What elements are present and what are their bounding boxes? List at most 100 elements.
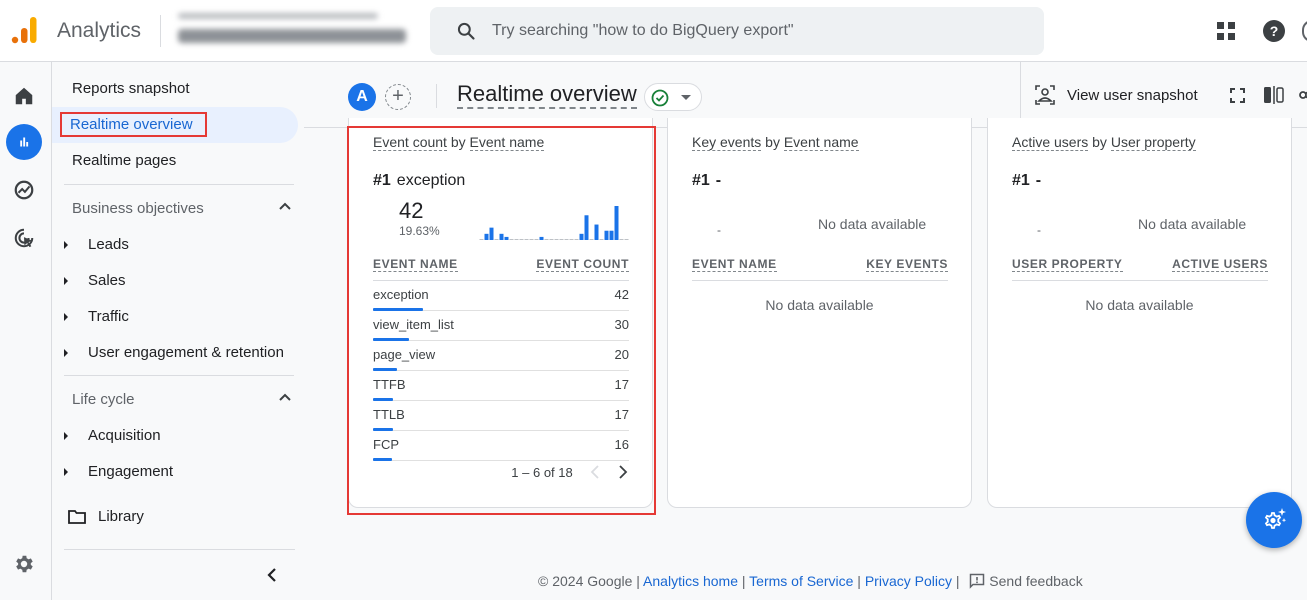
expand-arrow-icon <box>64 468 68 476</box>
sparkline-baseline <box>549 239 554 240</box>
left-rail <box>0 62 52 600</box>
sparkline-baseline <box>494 239 499 240</box>
section-title: Business objectives <box>72 200 204 217</box>
dimension-selector[interactable]: Event name <box>469 134 545 151</box>
table-row[interactable]: FCP 16 <box>373 431 629 461</box>
prev-page-icon[interactable] <box>590 465 600 479</box>
section-title: Life cycle <box>72 391 135 408</box>
card-key-events: Key events by Event name #1- - No data a… <box>667 118 972 508</box>
separator: | <box>741 573 746 589</box>
metric-selector[interactable]: Event count <box>373 134 447 151</box>
divider <box>64 549 295 550</box>
metric-selector[interactable]: Key events <box>692 134 762 151</box>
column-header-active-users[interactable]: ACTIVE USERS <box>1172 257 1268 272</box>
title-by: by <box>450 134 466 150</box>
chevron-up-icon[interactable] <box>278 391 292 405</box>
compare-columns-icon[interactable] <box>1263 86 1285 104</box>
view-user-snapshot-button[interactable]: View user snapshot <box>1067 87 1198 104</box>
card-active-users: Active users by User property #1- - No d… <box>987 118 1292 508</box>
rail-admin[interactable] <box>6 546 42 582</box>
sparkline-baseline <box>479 239 484 240</box>
column-header-key-events[interactable]: KEY EVENTS <box>866 257 948 272</box>
top-value: - <box>717 223 721 237</box>
nav-label: Realtime overview <box>60 112 207 137</box>
expand-arrow-icon <box>64 432 68 440</box>
column-header-event-count[interactable]: EVENT COUNT <box>536 257 629 272</box>
rail-explore[interactable] <box>6 172 42 208</box>
user-snapshot-icon[interactable] <box>1034 84 1056 106</box>
column-header-event-name[interactable]: EVENT NAME <box>692 257 777 272</box>
dimension-selector[interactable]: User property <box>1110 134 1196 151</box>
event-count: 30 <box>614 317 629 332</box>
section-life-cycle[interactable]: Life cycle <box>72 391 292 408</box>
apps-grid-icon[interactable] <box>1214 19 1238 43</box>
table-row[interactable]: TTFB 17 <box>373 371 629 401</box>
search-bar[interactable] <box>430 7 1044 55</box>
table-row[interactable]: view_item_list 30 <box>373 311 629 341</box>
event-name: TTLB <box>373 407 405 422</box>
rank-label: #1 <box>692 172 710 189</box>
search-icon <box>457 22 475 40</box>
title-by: by <box>765 134 780 150</box>
chevron-up-icon[interactable] <box>278 200 292 214</box>
expand-arrow-icon <box>64 349 68 357</box>
rank-value: exception <box>396 172 466 189</box>
pagination-label: 1 – 6 of 18 <box>511 465 573 480</box>
table-row[interactable]: page_view 20 <box>373 341 629 371</box>
sparkline-bar <box>584 215 589 240</box>
event-count: 17 <box>614 407 629 422</box>
rank-label: #1 <box>1012 172 1030 189</box>
report-status-dropdown[interactable] <box>644 83 702 111</box>
rail-reports[interactable] <box>6 124 42 160</box>
sparkline-baseline <box>519 239 524 240</box>
add-comparison-button[interactable]: + <box>385 84 411 110</box>
rank-label: #1 <box>373 172 391 189</box>
separator: | <box>636 573 640 589</box>
insights-fab[interactable] <box>1246 492 1302 548</box>
next-page-icon[interactable] <box>618 465 628 479</box>
analytics-home-link[interactable]: Analytics home <box>643 573 738 589</box>
sparkline-bar <box>499 233 504 240</box>
terms-of-service-link[interactable]: Terms of Service <box>749 573 853 589</box>
send-feedback-button[interactable]: Send feedback <box>969 573 1083 589</box>
account-selector[interactable] <box>172 9 410 51</box>
dimension-selector[interactable]: Event name <box>783 134 859 151</box>
sparkline-baseline <box>529 239 534 240</box>
event-name: exception <box>373 287 429 302</box>
nav-reports-snapshot[interactable]: Reports snapshot <box>52 71 298 107</box>
top-bar: Analytics ? <box>0 0 1307 62</box>
metric-selector[interactable]: Active users <box>1012 134 1089 151</box>
rail-home[interactable] <box>6 78 42 114</box>
expand-arrow-icon <box>64 277 68 285</box>
section-business-objectives[interactable]: Business objectives <box>72 200 292 217</box>
check-circle-icon <box>651 89 669 107</box>
card-title: Key events by Event name <box>692 134 859 151</box>
privacy-policy-link[interactable]: Privacy Policy <box>865 573 952 589</box>
event-count: 16 <box>614 437 629 452</box>
search-input[interactable] <box>492 17 1012 45</box>
sparkline-baseline <box>599 239 604 240</box>
card-title: Active users by User property <box>1012 134 1196 151</box>
event-name: view_item_list <box>373 317 454 332</box>
analytics-logo-icon[interactable] <box>11 16 39 44</box>
comparison-avatar[interactable]: A <box>348 83 376 111</box>
table-row[interactable]: exception 42 <box>373 281 629 311</box>
help-icon[interactable]: ? <box>1262 19 1286 43</box>
sparkline-baseline <box>624 239 629 240</box>
svg-text:?: ? <box>1270 23 1279 39</box>
sparkline-baseline <box>544 239 549 240</box>
nav-realtime-overview[interactable]: Realtime overview <box>52 107 298 143</box>
fullscreen-icon[interactable] <box>1230 88 1245 103</box>
column-header-event-name[interactable]: EVENT NAME <box>373 257 458 272</box>
share-icon[interactable] <box>1299 84 1307 106</box>
reports-icon <box>20 137 29 147</box>
sparkline-baseline <box>619 239 624 240</box>
collapse-nav-icon[interactable] <box>265 567 279 583</box>
table-row[interactable]: TTLB 17 <box>373 401 629 431</box>
divider <box>436 84 437 108</box>
column-header-user-property[interactable]: USER PROPERTY <box>1012 257 1123 272</box>
nav-realtime-pages[interactable]: Realtime pages <box>52 143 298 179</box>
advertising-icon <box>14 228 34 248</box>
account-avatar-partial[interactable] <box>1302 20 1307 42</box>
rail-advertising[interactable] <box>6 220 42 256</box>
